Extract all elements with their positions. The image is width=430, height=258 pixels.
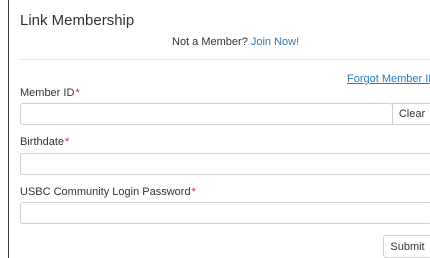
password-input[interactable] — [20, 202, 430, 224]
clear-button[interactable]: Clear — [392, 103, 430, 125]
required-marker: * — [191, 186, 196, 198]
birthdate-label: Birthdate* — [20, 136, 69, 148]
not-member-text: Not a Member? — [172, 36, 248, 48]
divider — [20, 59, 430, 60]
birthdate-input[interactable] — [20, 153, 430, 175]
member-id-input[interactable] — [20, 103, 393, 125]
join-now-link[interactable]: Join Now! — [251, 36, 299, 48]
required-marker: * — [65, 136, 70, 148]
password-label: USBC Community Login Password* — [20, 186, 196, 198]
form-title: Link Membership — [20, 12, 135, 29]
member-id-label: Member ID* — [20, 87, 80, 99]
link-membership-panel: Link Membership Not a Member? Join Now! … — [8, 0, 430, 258]
birthdate-label-text: Birthdate — [20, 136, 65, 148]
not-member-row: Not a Member? Join Now! — [172, 36, 299, 48]
password-label-text: USBC Community Login Password — [20, 186, 191, 198]
required-marker: * — [75, 87, 80, 99]
submit-button[interactable]: Submit — [383, 235, 430, 258]
forgot-member-id-link[interactable]: Forgot Member ID? — [347, 73, 430, 85]
member-id-label-text: Member ID — [20, 87, 75, 99]
